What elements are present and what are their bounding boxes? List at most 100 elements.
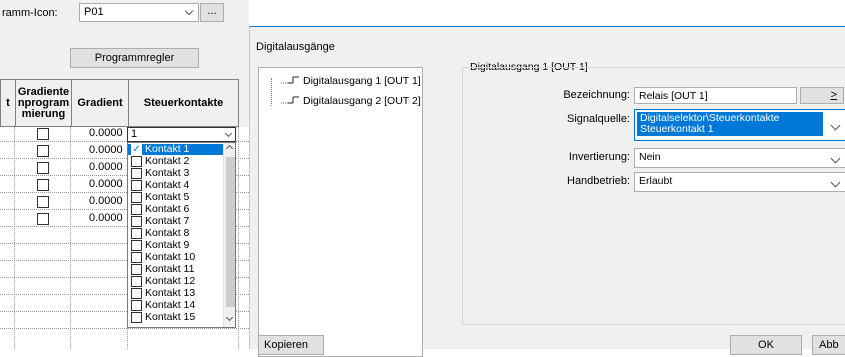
gradient-program-checkbox[interactable]	[37, 213, 49, 225]
contact-list-item[interactable]: Kontakt 9	[128, 240, 224, 251]
gradient-program-checkbox[interactable]	[37, 179, 49, 191]
col-gradient-header: Gradient	[77, 96, 123, 109]
contact-checkbox[interactable]	[131, 228, 142, 239]
contact-label: Kontakt 10	[145, 251, 196, 263]
chevron-up-icon[interactable]	[225, 144, 234, 153]
manual-mode-select[interactable]: Erlaubt	[634, 172, 845, 192]
signal-source-select[interactable]: Digitalselektor\Steuerkontakte Steuerkon…	[634, 109, 845, 141]
contact-list-item[interactable]: Kontakt 4	[128, 180, 224, 191]
invert-label: Invertierung:	[568, 151, 630, 163]
signal-source-label: Signalquelle:	[567, 113, 630, 125]
contact-checkbox[interactable]: ✓	[131, 144, 142, 155]
gradient-program-checkbox[interactable]	[37, 162, 49, 174]
manual-mode-value: Erlaubt	[639, 175, 673, 187]
contact-label: Kontakt 2	[145, 155, 190, 167]
chevron-down-icon	[184, 6, 194, 16]
chevron-down-icon[interactable]	[225, 313, 234, 322]
contact-checkbox[interactable]	[131, 180, 142, 191]
output-properties-group	[462, 67, 845, 325]
contact-list-item[interactable]: Kontakt 3	[128, 168, 224, 179]
list-scrollbar[interactable]	[223, 143, 235, 327]
program-controller-button[interactable]: Programmregler	[70, 48, 199, 68]
manual-mode-label: Handbetrieb:	[567, 175, 630, 187]
contact-checkbox[interactable]	[131, 300, 142, 311]
contact-list-item[interactable]: Kontakt 15	[128, 312, 224, 323]
scrollbar-thumb[interactable]	[226, 157, 235, 307]
contact-checkbox[interactable]	[131, 264, 142, 275]
gradient-value[interactable]: 0.0000	[89, 212, 123, 224]
gradient-value[interactable]: 0.0000	[89, 127, 123, 139]
name-value: Relais [OUT 1]	[639, 90, 708, 102]
contact-checkbox[interactable]	[131, 276, 142, 287]
col-gradient-program-header: Gradiente nprogram mierung	[17, 85, 70, 120]
name-label: Bezeichnung:	[563, 89, 630, 101]
gradient-program-checkbox[interactable]	[37, 196, 49, 208]
contact-label: Kontakt 14	[145, 299, 196, 311]
contact-label: Kontakt 9	[145, 239, 190, 251]
contact-list-item[interactable]: Kontakt 13	[128, 288, 224, 299]
ok-button[interactable]: OK	[730, 335, 802, 355]
contact-list-item[interactable]: Kontakt 10	[128, 252, 224, 263]
contact-checkbox[interactable]	[131, 168, 142, 179]
program-icon-label: ramm-Icon:	[2, 7, 58, 19]
output-tree[interactable]: Digitalausgang 1 [OUT 1] Digitalausgang …	[258, 67, 423, 357]
switch-icon	[281, 76, 299, 84]
contacts-combo[interactable]: 1	[127, 127, 236, 142]
contact-checkbox[interactable]	[131, 240, 142, 251]
chevron-down-icon	[224, 129, 233, 138]
contacts-combo-value: 1	[131, 128, 138, 140]
digital-outputs-dialog: Digitalausgänge Digitalausgang 1 [OUT 1]…	[249, 26, 845, 357]
contact-label: Kontakt 4	[145, 179, 190, 191]
contact-label: Kontakt 3	[145, 167, 190, 179]
tree-connector	[271, 78, 272, 106]
dialog-title: Digitalausgänge	[256, 41, 335, 53]
invert-value: Nein	[639, 151, 661, 163]
contact-label: Kontakt 12	[145, 275, 196, 287]
contact-label: Kontakt 15	[145, 311, 196, 323]
contact-checkbox[interactable]	[131, 312, 142, 323]
contact-checkbox[interactable]	[131, 192, 142, 203]
contact-list-item[interactable]: Kontakt 12	[128, 276, 224, 287]
program-icon-value: P01	[84, 6, 104, 18]
browse-button[interactable]: ...	[200, 3, 224, 22]
contact-list-item[interactable]: Kontakt 6	[128, 204, 224, 215]
chevron-down-icon	[830, 177, 841, 188]
contact-list-item[interactable]: Kontakt 11	[128, 264, 224, 275]
chevron-down-icon	[830, 153, 841, 164]
gradient-program-checkbox[interactable]	[37, 128, 49, 140]
signal-source-line2: Steuerkontakt 1	[640, 123, 714, 135]
name-input[interactable]: Relais [OUT 1]	[634, 87, 797, 104]
contact-label: Kontakt 5	[145, 191, 190, 203]
invert-select[interactable]: Nein	[634, 148, 845, 168]
cancel-button[interactable]: Abb	[812, 335, 845, 355]
contact-label: Kontakt 11	[145, 263, 195, 275]
contact-checkbox[interactable]	[131, 156, 142, 167]
contact-checkbox[interactable]	[131, 252, 142, 263]
name-edit-button[interactable]: >	[800, 87, 844, 104]
copy-button[interactable]: Kopieren	[258, 335, 324, 355]
contact-list-item[interactable]: Kontakt 14	[128, 300, 224, 311]
contact-checkbox[interactable]	[131, 288, 142, 299]
contact-list-item[interactable]: Kontakt 5	[128, 192, 224, 203]
contact-dropdown-list[interactable]: ✓ Kontakt 1 Kontakt 2 Kontakt 3 Kontakt 4 Kon…	[127, 142, 236, 328]
contact-label: Kontakt 13	[145, 287, 196, 299]
contact-label: Kontakt 7	[145, 215, 190, 227]
program-icon-combo[interactable]: P01	[79, 3, 199, 22]
col-contacts-header: Steuerkontakte	[143, 96, 224, 109]
contact-list-item[interactable]: Kontakt 8	[128, 228, 224, 239]
gradient-value[interactable]: 0.0000	[89, 144, 123, 156]
contact-list-item[interactable]: ✓ Kontakt 1	[128, 144, 224, 155]
gradient-value[interactable]: 0.0000	[89, 178, 123, 190]
program-pane: ramm-Icon: P01 ... Programmregler t Grad…	[0, 0, 249, 349]
contact-checkbox[interactable]	[131, 216, 142, 227]
tree-item-label: Digitalausgang 1 [OUT 1]	[303, 75, 421, 87]
table-header: t Gradiente nprogram mierung Gradient St…	[0, 79, 239, 127]
chevron-down-icon	[830, 120, 841, 131]
contact-list-item[interactable]: Kontakt 2	[128, 156, 224, 167]
contact-list-item[interactable]: Kontakt 7	[128, 216, 224, 227]
contact-checkbox[interactable]	[131, 204, 142, 215]
gradient-value[interactable]: 0.0000	[89, 161, 123, 173]
gradient-value[interactable]: 0.0000	[89, 195, 123, 207]
gradient-program-checkbox[interactable]	[37, 145, 49, 157]
switch-icon	[281, 96, 299, 104]
